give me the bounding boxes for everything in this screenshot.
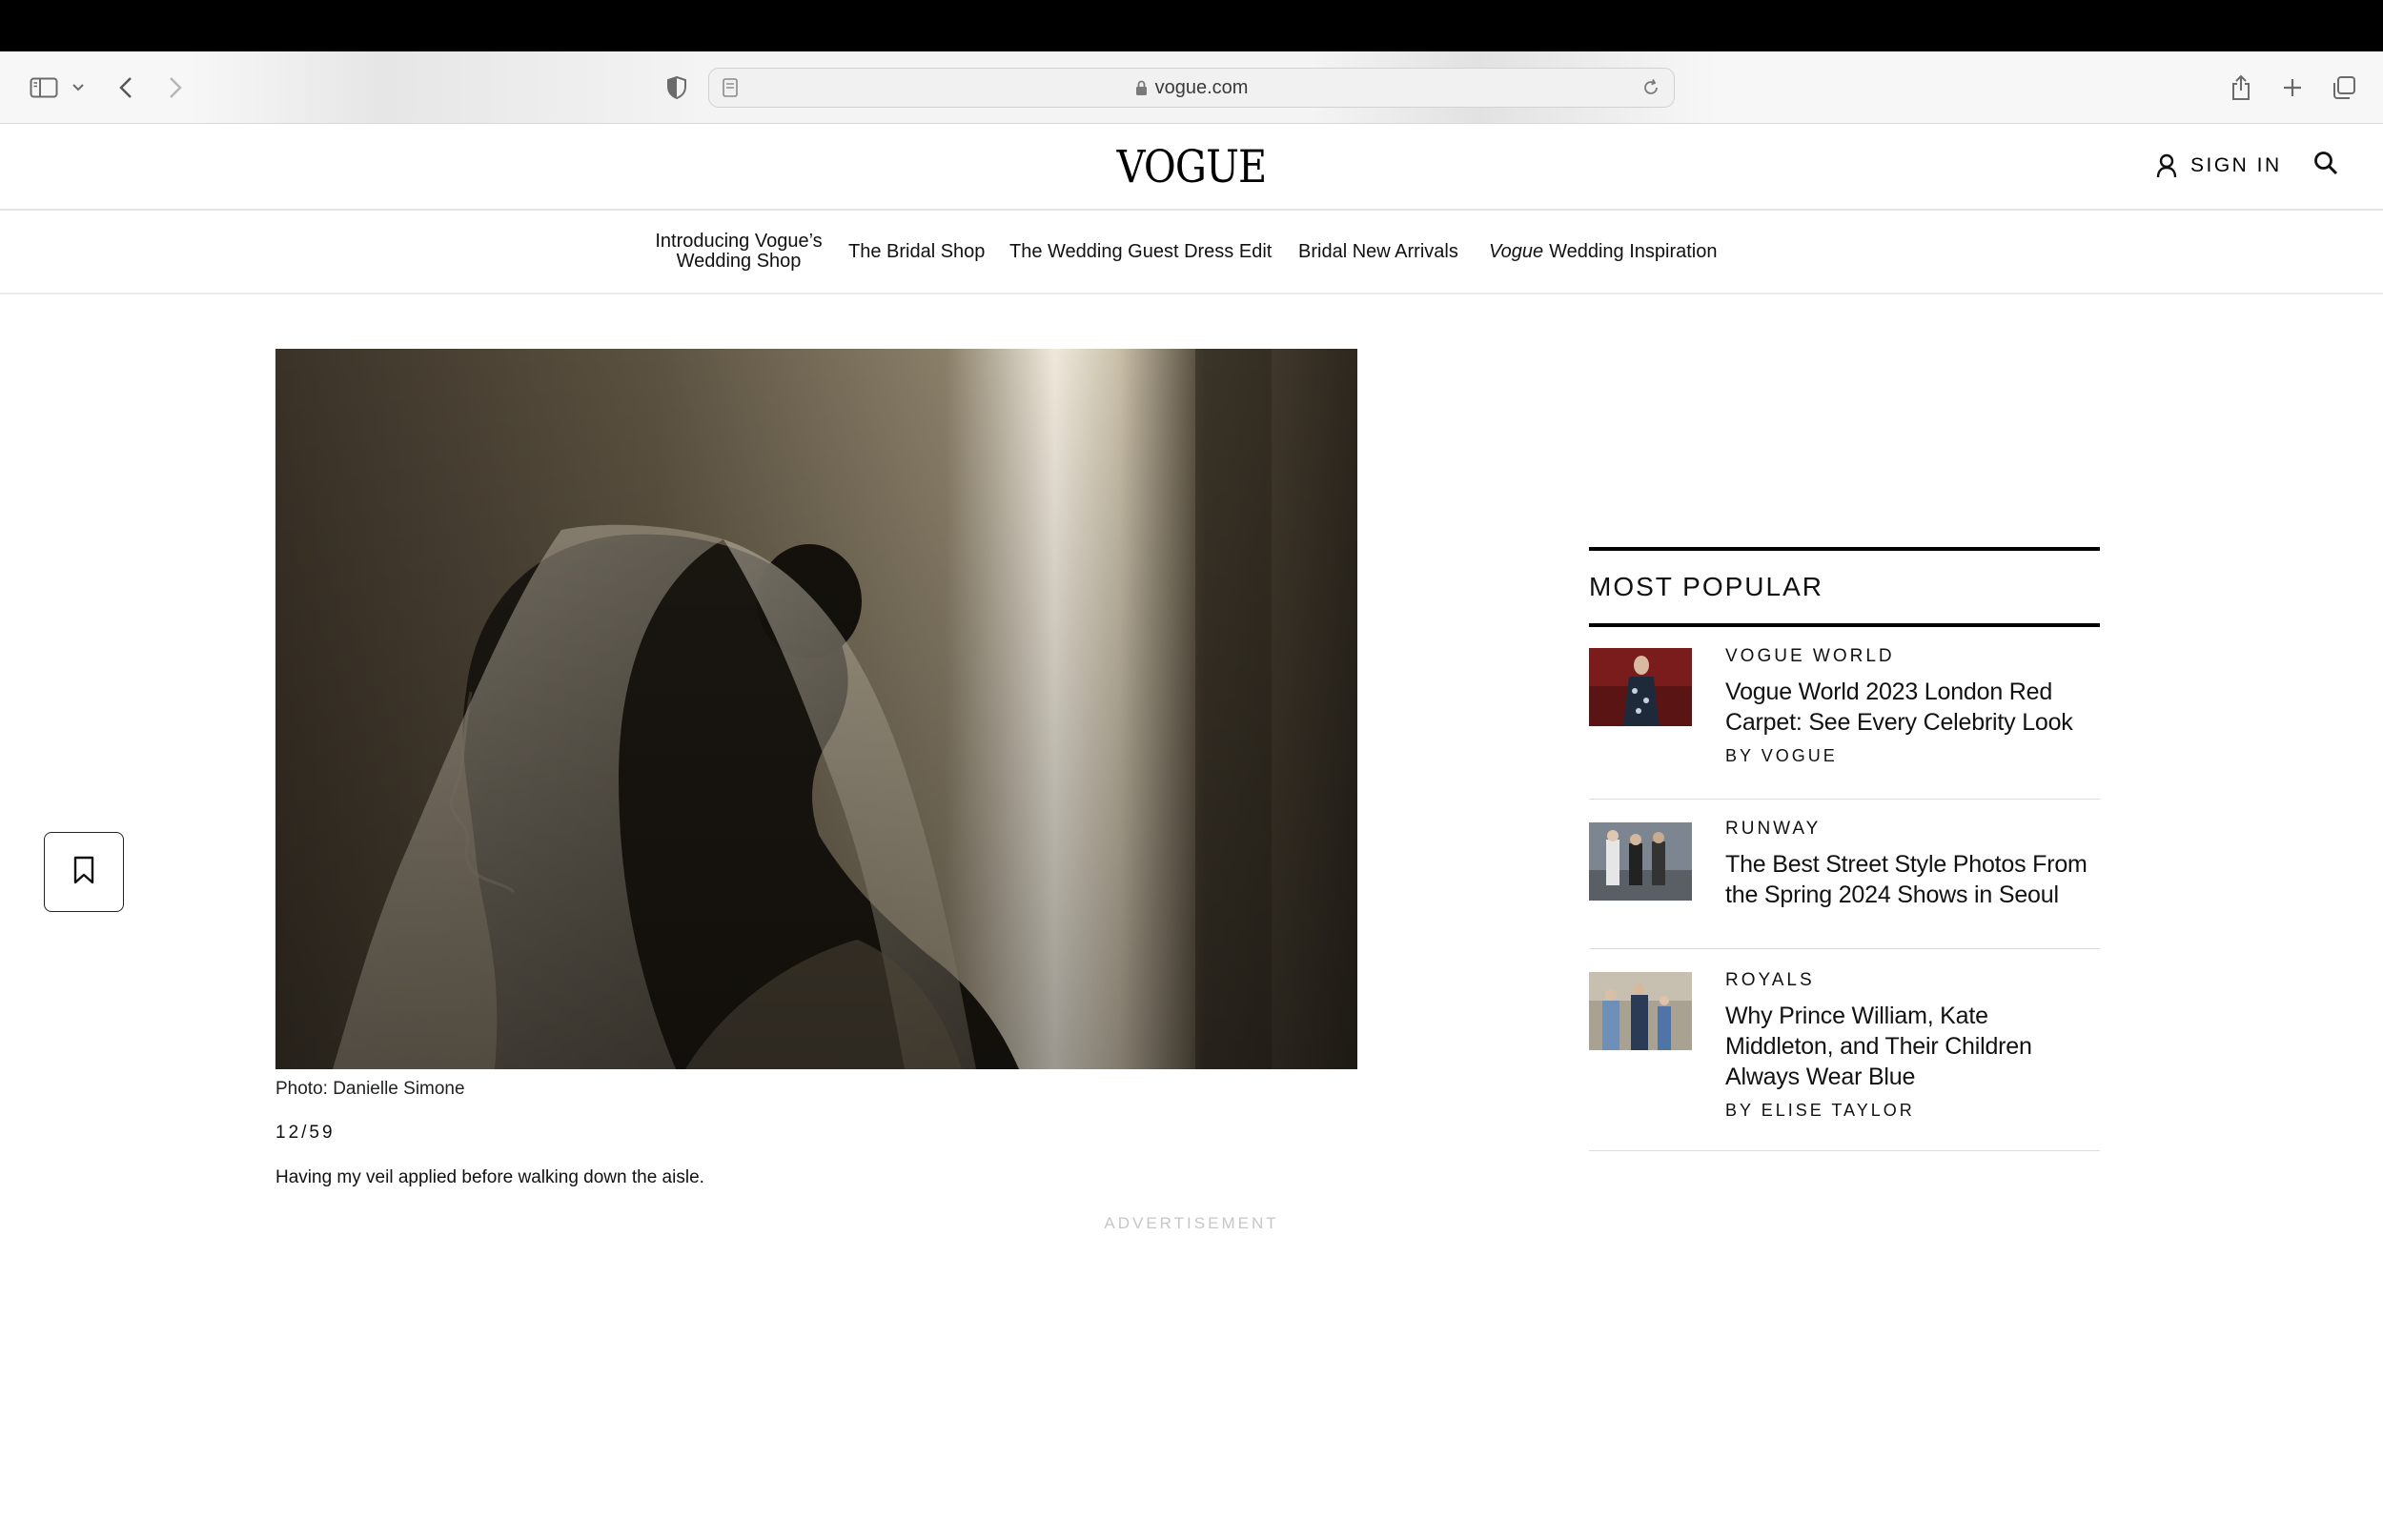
popular-thumbnail[interactable] (1589, 648, 1692, 726)
slide-photo[interactable] (275, 349, 1357, 1069)
site-header: VOGUE SIGN IN (0, 124, 2383, 211)
popular-headline[interactable]: The Best Street Style Photos From the Sp… (1725, 849, 2100, 910)
popular-category[interactable]: ROYALS (1725, 970, 2100, 991)
photo-credit: Photo: Danielle Simone (275, 1079, 465, 1099)
most-popular-title: MOST POPULAR (1589, 572, 1823, 601)
subnav-label-line1: Introducing Vogue’s (655, 231, 823, 252)
popular-thumbnail[interactable] (1589, 822, 1692, 901)
subnav-label: Wedding Inspiration (1549, 240, 1718, 262)
subnav-item-bridal-shop[interactable]: The Bridal Shop (848, 211, 985, 293)
share-icon[interactable] (2227, 51, 2255, 124)
lock-icon (1135, 80, 1148, 96)
bookmark-button[interactable] (44, 832, 124, 912)
slide-counter: 12/59 (275, 1123, 336, 1143)
most-popular-module: MOST POPULAR VOGUE WORLD Vogue World 202… (1589, 547, 2100, 1151)
browser-toolbar: vogue.com (0, 51, 2383, 124)
popular-category[interactable]: RUNWAY (1725, 819, 2100, 840)
bookmark-icon (71, 856, 96, 889)
popular-item[interactable]: ROYALS Why Prince William, Kate Middleto… (1589, 949, 2100, 1151)
reload-icon[interactable] (1641, 78, 1660, 103)
subnav-label-line2: Wedding Shop (676, 251, 802, 272)
sign-in-button[interactable]: SIGN IN (2156, 149, 2282, 183)
new-tab-icon[interactable] (2278, 51, 2307, 124)
address-bar[interactable]: vogue.com (708, 68, 1675, 108)
subnav-label: The Wedding Guest Dress Edit (1009, 240, 1273, 262)
popular-item[interactable]: RUNWAY The Best Street Style Photos From… (1589, 800, 2100, 949)
popular-headline[interactable]: Vogue World 2023 London Red Carpet: See … (1725, 677, 2100, 738)
popular-headline[interactable]: Why Prince William, Kate Middleton, and … (1725, 1001, 2100, 1092)
subnav-item-wedding-shop[interactable]: Introducing Vogue’s Wedding Shop (648, 211, 829, 293)
back-icon[interactable] (112, 51, 139, 124)
search-icon[interactable] (2313, 151, 2338, 175)
subnav-item-wedding-inspiration[interactable]: Vogue Wedding Inspiration (1489, 211, 1718, 293)
tabs-icon[interactable] (2330, 51, 2358, 124)
subnav-label-italic: Vogue (1489, 240, 1544, 262)
subnav-item-bridal-new-arrivals[interactable]: Bridal New Arrivals (1298, 211, 1458, 293)
page-icon[interactable] (723, 78, 738, 103)
sign-in-label: SIGN IN (2190, 154, 2282, 176)
url-text: vogue.com (1154, 76, 1249, 98)
shield-icon[interactable] (663, 51, 690, 124)
subnav-item-guest-dress-edit[interactable]: The Wedding Guest Dress Edit (1009, 211, 1272, 293)
user-icon (2156, 153, 2177, 178)
popular-byline: BY ELISE TAYLOR (1725, 1101, 1915, 1120)
subnav-label: Bridal New Arrivals (1298, 240, 1458, 262)
wedding-subnav: Introducing Vogue’s Wedding Shop The Bri… (0, 211, 2383, 294)
slide-caption: Having my veil applied before walking do… (275, 1167, 704, 1187)
chevron-down-icon[interactable] (69, 51, 88, 124)
popular-item[interactable]: VOGUE WORLD Vogue World 2023 London Red … (1589, 627, 2100, 800)
popular-thumbnail[interactable] (1589, 972, 1692, 1050)
top-bar (0, 0, 2383, 51)
subnav-label: The Bridal Shop (848, 240, 986, 262)
vogue-logo[interactable]: VOGUE (1108, 141, 1275, 193)
sidebar-icon[interactable] (25, 51, 63, 124)
popular-byline: BY VOGUE (1725, 746, 1838, 765)
forward-icon[interactable] (162, 51, 189, 124)
advertisement-label: ADVERTISEMENT (1104, 1214, 1279, 1232)
popular-category[interactable]: VOGUE WORLD (1725, 646, 2100, 667)
